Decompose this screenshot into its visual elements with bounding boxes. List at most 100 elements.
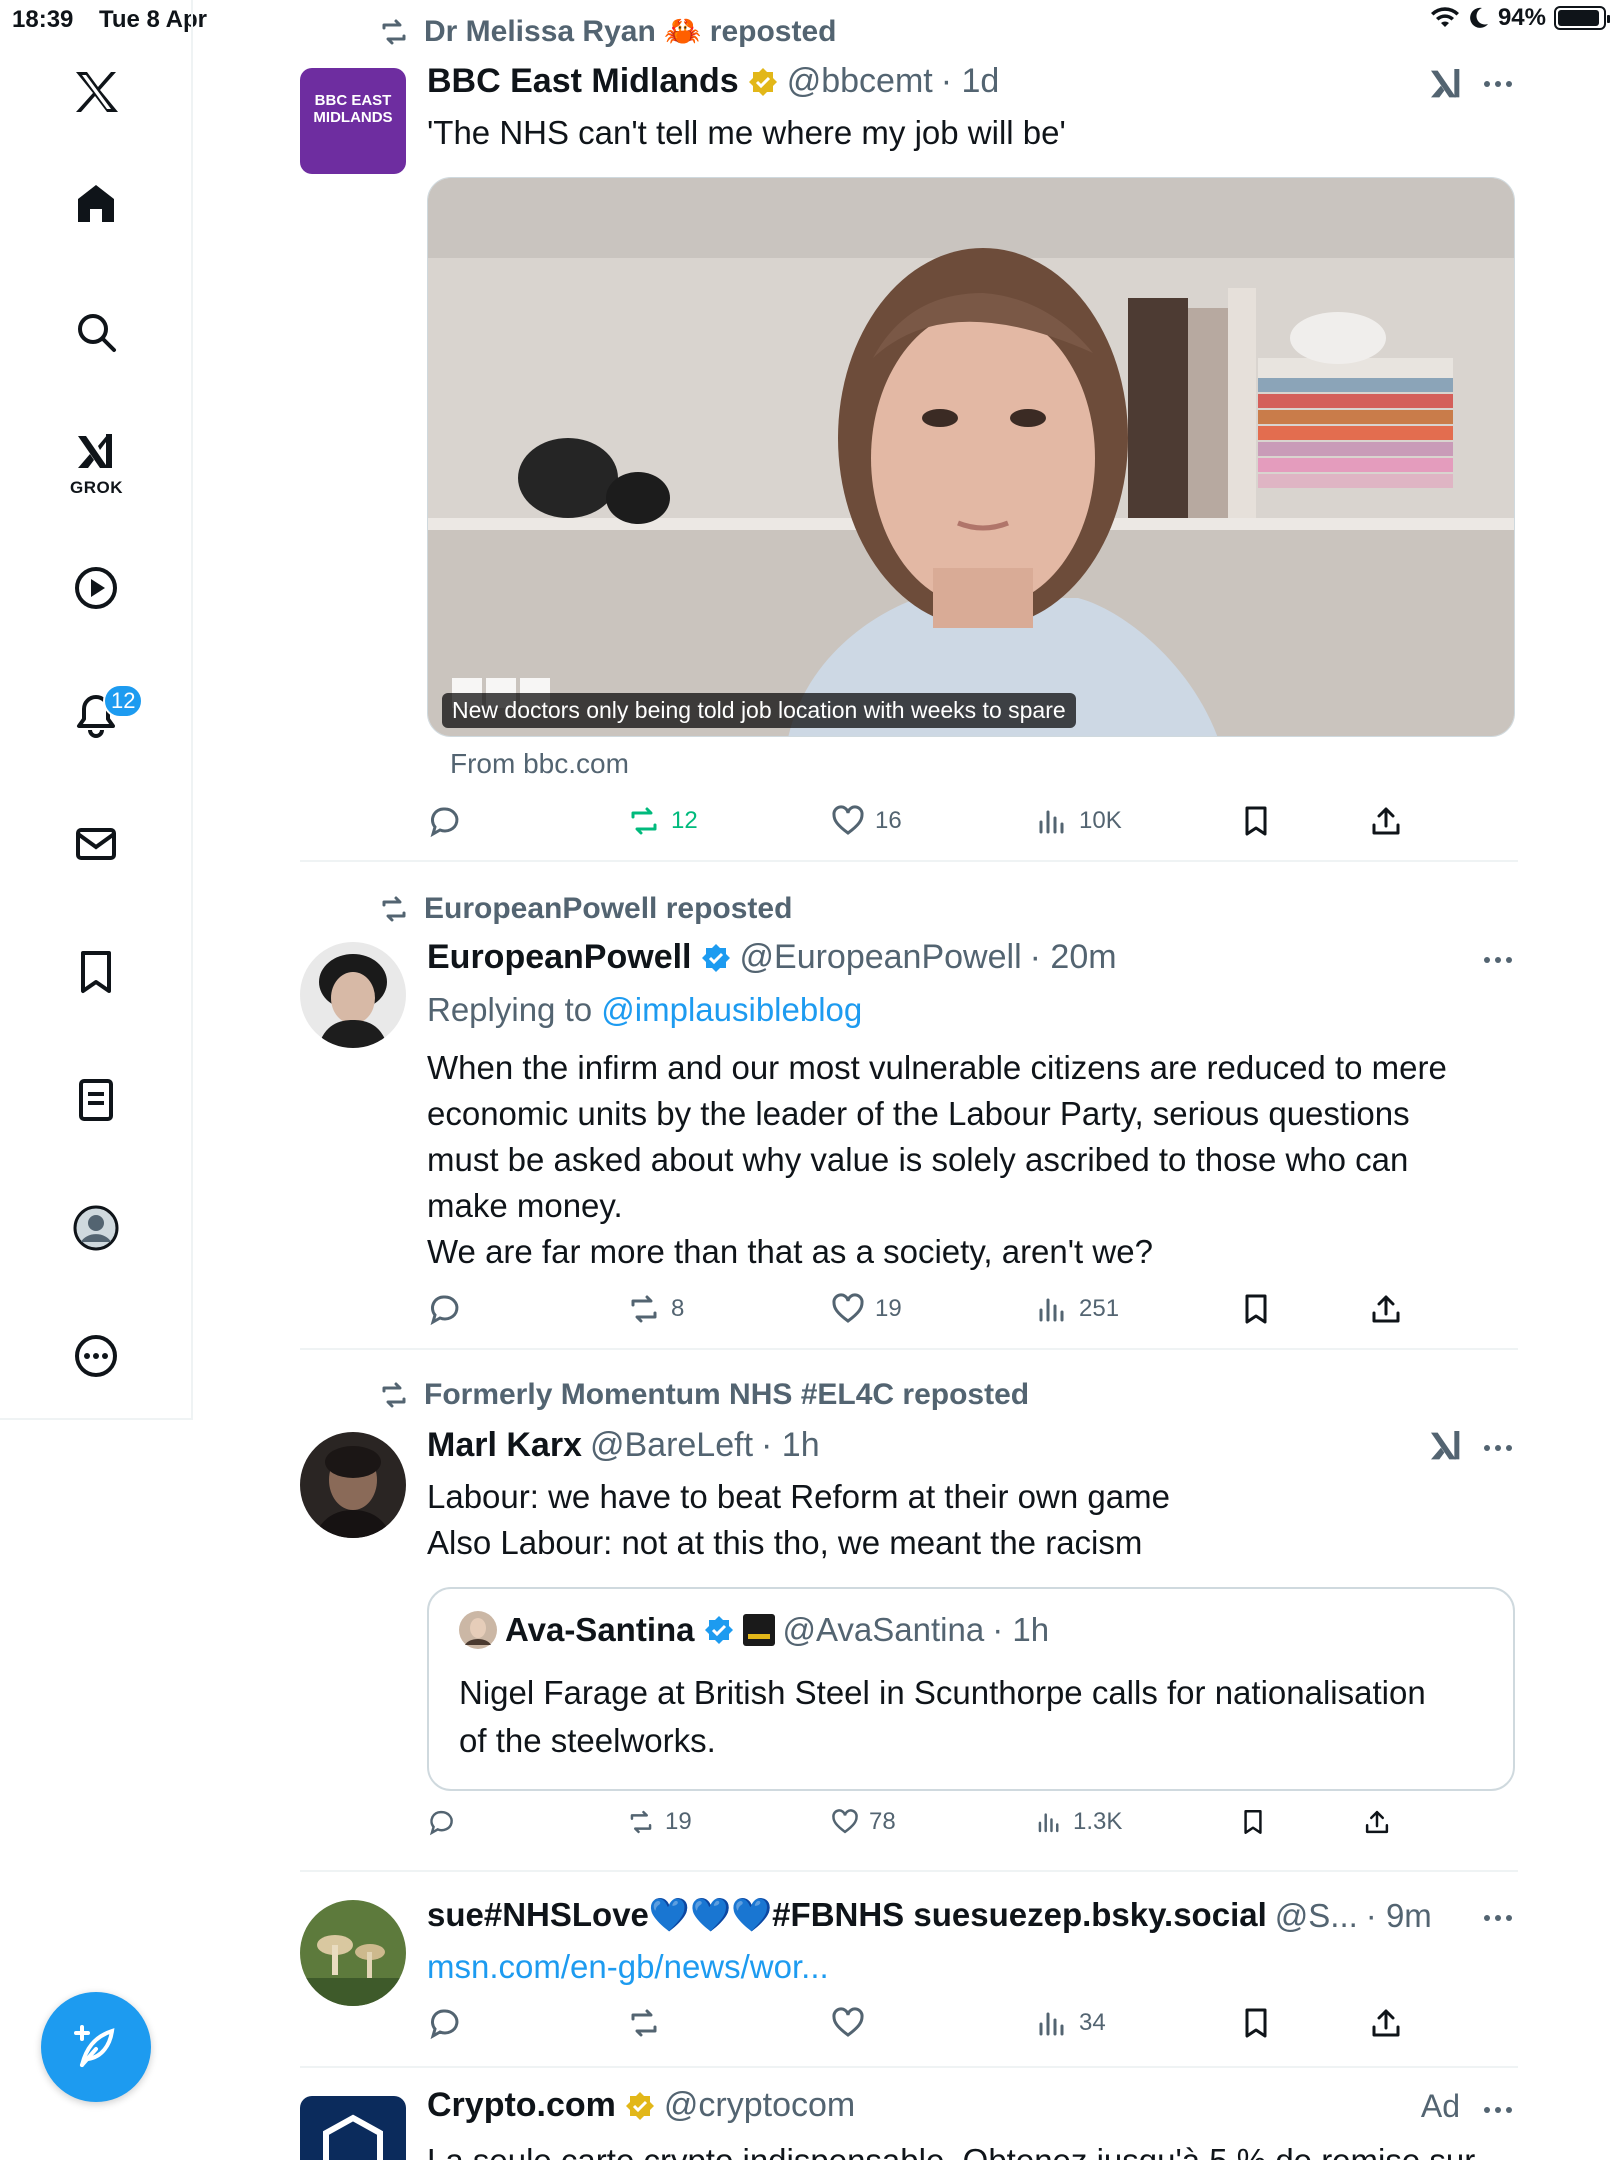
replying-to: Replying to @implausibleblog bbox=[427, 987, 862, 1033]
avatar[interactable] bbox=[300, 1900, 406, 2006]
author-name[interactable]: EuropeanPowell bbox=[427, 938, 692, 977]
repost-button[interactable]: 8 bbox=[627, 1292, 684, 1326]
bookmark-button[interactable] bbox=[1239, 2006, 1273, 2040]
author-handle[interactable]: @bbcemt bbox=[787, 62, 933, 101]
more-options-icon[interactable] bbox=[1478, 940, 1518, 980]
views-button[interactable]: 34 bbox=[1035, 2006, 1106, 2040]
bookmark-icon bbox=[1245, 806, 1267, 836]
profile-icon[interactable] bbox=[66, 1198, 126, 1258]
post-actions: 19 78 1.3K bbox=[427, 1808, 1427, 1852]
more-options-icon[interactable] bbox=[1478, 1428, 1518, 1468]
author-name[interactable]: Marl Karx bbox=[427, 1426, 582, 1465]
share-button[interactable] bbox=[1369, 804, 1403, 838]
search-icon[interactable] bbox=[66, 302, 126, 362]
reply-button[interactable] bbox=[427, 2006, 471, 2040]
avatar[interactable]: BBC EAST MIDLANDS bbox=[300, 68, 406, 174]
like-button[interactable]: 78 bbox=[831, 1808, 896, 1836]
grok-icon[interactable] bbox=[66, 422, 126, 482]
post-actions: 34 bbox=[427, 2006, 1427, 2050]
post-text: 'The NHS can't tell me where my job will… bbox=[427, 114, 1066, 151]
bookmark-button[interactable] bbox=[1239, 1808, 1267, 1836]
bookmark-button[interactable] bbox=[1239, 804, 1273, 838]
more-options-icon[interactable] bbox=[66, 1326, 126, 1386]
replying-to-handle[interactable]: @implausibleblog bbox=[601, 991, 862, 1028]
views-chart-icon bbox=[1038, 1813, 1059, 1833]
repost-icon bbox=[631, 2009, 657, 2037]
repost-indicator: Dr Melissa Ryan 🦀 reposted bbox=[378, 14, 837, 49]
author-name[interactable]: Crypto.com bbox=[427, 2086, 616, 2125]
repost-button[interactable]: 12 bbox=[627, 804, 698, 838]
quoted-avatar[interactable] bbox=[459, 1611, 497, 1649]
views-chart-icon bbox=[1039, 810, 1064, 834]
share-button[interactable] bbox=[1363, 1808, 1391, 1836]
author-handle[interactable]: @S... bbox=[1275, 1897, 1358, 1935]
author-name[interactable]: BBC East Midlands bbox=[427, 62, 739, 101]
author-handle[interactable]: @BareLeft bbox=[590, 1426, 753, 1465]
verified-gold-badge-icon bbox=[625, 2091, 654, 2120]
sidebar: GROK 12 bbox=[0, 0, 193, 1420]
home-icon[interactable] bbox=[66, 174, 126, 234]
bookmarks-icon[interactable] bbox=[66, 942, 126, 1002]
post-crypto-ad[interactable]: Crypto.com @cryptocom Ad La seule carte … bbox=[300, 2068, 1518, 2160]
quoted-author-handle[interactable]: @AvaSantina bbox=[783, 1611, 985, 1649]
like-button[interactable]: 16 bbox=[831, 804, 902, 838]
compose-post-button[interactable] bbox=[41, 1992, 151, 2102]
author-handle[interactable]: @EuropeanPowell bbox=[740, 938, 1022, 977]
heart-icon bbox=[832, 805, 864, 835]
ad-label: Ad bbox=[1420, 2088, 1460, 2124]
battery-icon bbox=[1554, 6, 1610, 30]
compose-feather-icon bbox=[74, 2025, 115, 2067]
repost-icon bbox=[382, 19, 406, 44]
reply-button[interactable] bbox=[427, 1808, 465, 1836]
post-sue[interactable]: sue#NHSLove💙💙💙#FBNHS suesuezep.bsky.soci… bbox=[300, 1872, 1518, 2068]
avatar[interactable] bbox=[300, 1432, 406, 1538]
grok-label: GROK bbox=[70, 478, 123, 497]
more-options-icon[interactable] bbox=[1478, 1898, 1518, 1938]
like-button[interactable] bbox=[831, 2006, 875, 2040]
repost-icon bbox=[631, 1295, 657, 1323]
x-logo-icon[interactable] bbox=[66, 62, 126, 122]
avatar[interactable] bbox=[300, 2096, 406, 2160]
like-count: 19 bbox=[875, 1295, 902, 1322]
grok-icon[interactable] bbox=[1426, 1426, 1466, 1466]
repost-icon bbox=[631, 807, 657, 835]
battery-fill bbox=[1558, 10, 1600, 26]
heart-icon bbox=[832, 1809, 858, 1834]
like-count: 78 bbox=[869, 1808, 896, 1835]
reply-button[interactable] bbox=[427, 1292, 471, 1326]
author-name[interactable]: sue#NHSLove💙💙💙#FBNHS suesuezep.bsky.soci… bbox=[427, 1896, 1267, 1935]
author-handle[interactable]: @cryptocom bbox=[664, 2086, 855, 2125]
reply-icon bbox=[430, 2009, 459, 2040]
quoted-post[interactable]: Ava-Santina @AvaSantina · 1h Nigel Farag… bbox=[427, 1587, 1515, 1791]
views-button[interactable]: 1.3K bbox=[1035, 1808, 1122, 1836]
repost-button[interactable] bbox=[627, 2006, 671, 2040]
repost-button[interactable]: 19 bbox=[627, 1808, 692, 1836]
video-icon[interactable] bbox=[66, 558, 126, 618]
views-chart-icon bbox=[1039, 1298, 1064, 1322]
more-options-icon[interactable] bbox=[1478, 64, 1518, 104]
share-button[interactable] bbox=[1369, 2006, 1403, 2040]
grok-icon[interactable] bbox=[1426, 64, 1466, 104]
quoted-post-header: Ava-Santina @AvaSantina · 1h bbox=[459, 1611, 1049, 1649]
messages-icon[interactable] bbox=[66, 814, 126, 874]
post-bbc-east-midlands[interactable]: Dr Melissa Ryan 🦀 reposted BBC EAST MIDL… bbox=[300, 0, 1518, 862]
post-link[interactable]: msn.com/en-gb/news/wor... bbox=[427, 1944, 829, 1990]
bookmark-icon bbox=[1245, 1294, 1267, 1324]
like-button[interactable]: 19 bbox=[831, 1292, 902, 1326]
verified-gold-badge-icon bbox=[748, 67, 777, 96]
lists-icon[interactable] bbox=[66, 1070, 126, 1130]
post-europeanpowell[interactable]: EuropeanPowell reposted EuropeanPowell @… bbox=[300, 862, 1518, 1350]
views-button[interactable]: 251 bbox=[1035, 1292, 1119, 1326]
views-count: 251 bbox=[1079, 1295, 1120, 1322]
reply-button[interactable] bbox=[427, 804, 471, 838]
post-text-line: When the infirm and our most vulnerable … bbox=[427, 1049, 1447, 1086]
quoted-author-name[interactable]: Ava-Santina bbox=[505, 1611, 695, 1649]
link-source[interactable]: From bbc.com bbox=[450, 748, 629, 780]
more-options-icon[interactable] bbox=[1478, 2090, 1518, 2130]
share-button[interactable] bbox=[1369, 1292, 1403, 1326]
views-button[interactable]: 10K bbox=[1035, 804, 1122, 838]
avatar[interactable] bbox=[300, 942, 406, 1048]
bookmark-button[interactable] bbox=[1239, 1292, 1273, 1326]
video-thumbnail[interactable]: New doctors only being told job location… bbox=[427, 177, 1515, 737]
post-text: Labour: we have to beat Reform at their … bbox=[427, 1474, 1170, 1566]
